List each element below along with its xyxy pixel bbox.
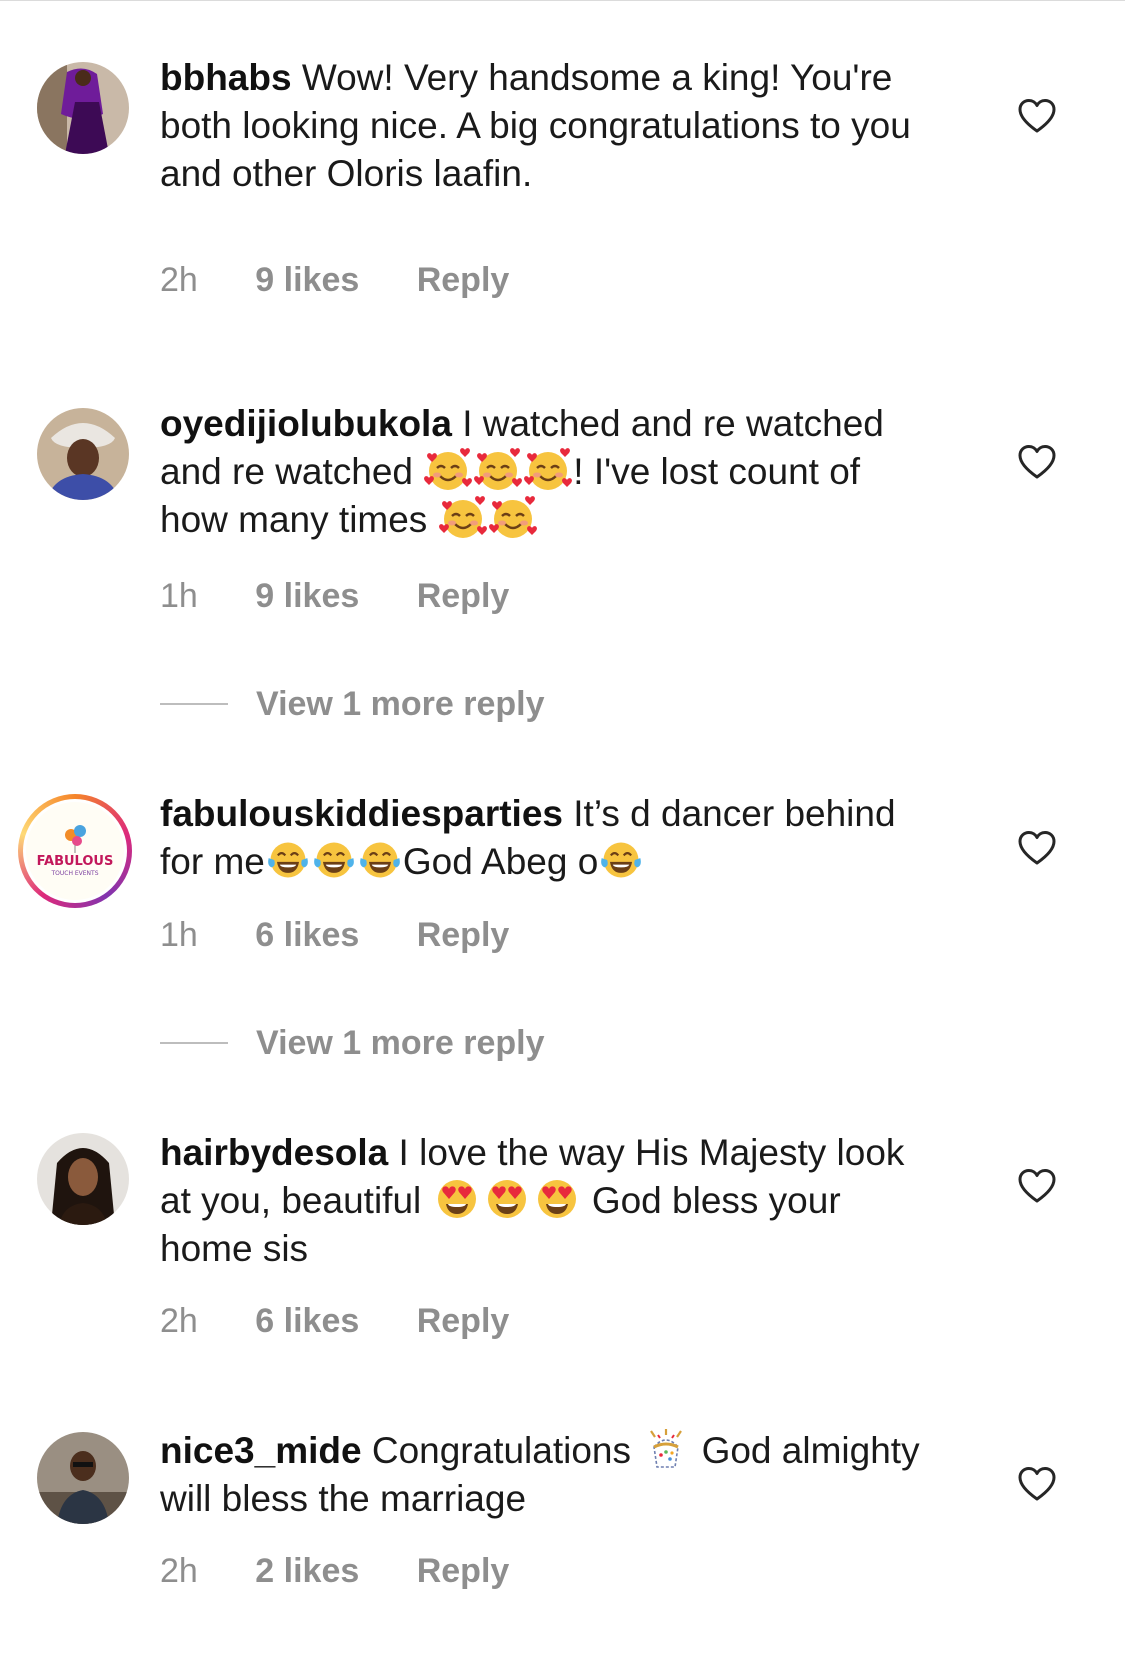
heart-outline-icon[interactable] [1017, 444, 1057, 480]
confetti-ball-emoji [641, 1427, 691, 1471]
avatar[interactable] [37, 1432, 129, 1524]
reply-button[interactable]: Reply [417, 576, 510, 616]
heart-outline-icon[interactable] [1017, 830, 1057, 866]
face-with-tears-of-joy-emoji [357, 838, 403, 882]
comment-username[interactable]: hairbydesola [160, 1132, 388, 1173]
comment-meta: 2h 6 likes Reply [160, 1301, 509, 1341]
comment-text: nice3_mide Congratulations God almighty … [160, 1427, 920, 1523]
comment-text: oyedijiolubukola I watched and re watche… [160, 400, 920, 544]
avatar-image-bbhabs [37, 62, 129, 154]
replies-divider-line [160, 1042, 228, 1044]
face-with-tears-of-joy-emoji [598, 838, 644, 882]
view-more-replies-label[interactable]: View 1 more reply [256, 1024, 545, 1063]
smiling-face-with-hearts-emoji [488, 496, 538, 540]
avatar[interactable] [37, 1133, 129, 1225]
avatar: FABULOUS TOUCH EVENTS [23, 799, 127, 903]
view-more-replies[interactable]: View 1 more reply [160, 1023, 545, 1063]
reply-button[interactable]: Reply [417, 915, 510, 955]
comment-username[interactable]: nice3_mide [160, 1430, 362, 1471]
comment-timestamp: 1h [160, 577, 198, 615]
reply-button[interactable]: Reply [417, 1551, 510, 1591]
smiling-face-with-hearts-emoji [473, 448, 523, 492]
comment-timestamp: 2h [160, 261, 198, 299]
logo-text: FABULOUS [37, 854, 114, 869]
comment-username[interactable]: oyedijiolubukola [160, 403, 452, 444]
smiling-face-with-hearts-emoji [423, 448, 473, 492]
comment-text: bbhabs Wow! Very handsome a king! You're… [160, 54, 920, 198]
face-with-tears-of-joy-emoji [311, 838, 357, 882]
story-ring-avatar[interactable]: FABULOUS TOUCH EVENTS [18, 794, 132, 908]
heart-eyes-emoji [432, 1177, 482, 1221]
replies-divider-line [160, 703, 228, 705]
comment-timestamp: 2h [160, 1552, 198, 1590]
heart-outline-icon[interactable] [1017, 1466, 1057, 1502]
likes-count[interactable]: 6 likes [255, 915, 359, 955]
view-more-replies[interactable]: View 1 more reply [160, 684, 545, 724]
heart-outline-icon[interactable] [1017, 1168, 1057, 1204]
avatar-image-oyedijiolubukola [37, 408, 129, 500]
comment-meta: 1h 9 likes Reply [160, 576, 509, 616]
heart-eyes-emoji [532, 1177, 582, 1221]
comment-text: fabulouskiddiesparties It’s d dancer beh… [160, 790, 920, 886]
logo-subtext: TOUCH EVENTS [50, 870, 98, 877]
face-with-tears-of-joy-emoji [265, 838, 311, 882]
comment-text: hairbydesola I love the way His Majesty … [160, 1129, 920, 1273]
comment-username[interactable]: bbhabs [160, 57, 292, 98]
comment-body: Congratulations [371, 1430, 632, 1471]
likes-count[interactable]: 9 likes [255, 576, 359, 616]
comment-timestamp: 1h [160, 916, 198, 954]
reply-button[interactable]: Reply [417, 1301, 510, 1341]
avatar-image-nice3-mide [37, 1432, 129, 1524]
smiling-face-with-hearts-emoji [523, 448, 573, 492]
comment-meta: 2h 9 likes Reply [160, 260, 509, 300]
smiling-face-with-hearts-emoji [438, 496, 488, 540]
likes-count[interactable]: 6 likes [255, 1301, 359, 1341]
comment-timestamp: 2h [160, 1302, 198, 1340]
comment-meta: 1h 6 likes Reply [160, 915, 509, 955]
comment-username[interactable]: fabulouskiddiesparties [160, 793, 563, 834]
comment-body: God Abeg o [402, 841, 599, 882]
view-more-replies-label[interactable]: View 1 more reply [256, 685, 545, 724]
avatar[interactable] [37, 62, 129, 154]
comment-meta: 2h 2 likes Reply [160, 1551, 509, 1591]
heart-eyes-emoji [482, 1177, 532, 1221]
reply-button[interactable]: Reply [417, 260, 510, 300]
heart-outline-icon[interactable] [1017, 98, 1057, 134]
likes-count[interactable]: 2 likes [255, 1551, 359, 1591]
avatar[interactable] [37, 408, 129, 500]
top-divider [0, 0, 1125, 1]
likes-count[interactable]: 9 likes [255, 260, 359, 300]
avatar-image-hairbydesola [37, 1133, 129, 1225]
fabulous-logo: FABULOUS TOUCH EVENTS [26, 802, 124, 900]
